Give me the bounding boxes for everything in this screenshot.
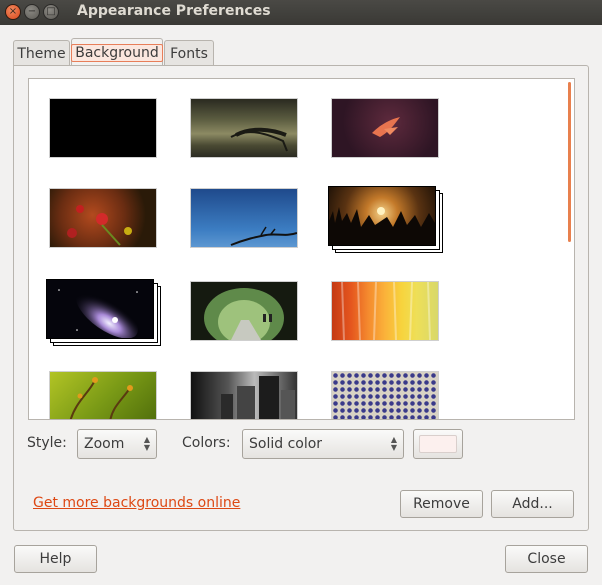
color-picker-button[interactable] — [413, 429, 463, 459]
help-button-label: Help — [39, 551, 72, 567]
tab-background-label: Background — [71, 43, 163, 62]
wallpaper-sunset-grass[interactable] — [328, 186, 436, 246]
wallpaper-dotted-mesh[interactable] — [331, 371, 439, 419]
wallpaper-black[interactable] — [49, 98, 157, 158]
spin-arrows-icon: ▲ ▼ — [390, 435, 397, 452]
tab-fonts-label: Fonts — [170, 45, 208, 62]
colors-select[interactable]: Solid color ▲ ▼ — [242, 429, 404, 459]
wallpaper-windswept-tree[interactable] — [190, 98, 298, 158]
maximize-icon[interactable]: □ — [43, 4, 59, 20]
wallpaper-purple-bird[interactable] — [331, 98, 439, 158]
tab-fonts[interactable]: Fonts — [164, 40, 214, 66]
style-select[interactable]: Zoom ▲ ▼ — [77, 429, 157, 459]
spin-arrows-icon: ▲ ▼ — [143, 435, 150, 452]
remove-button-label: Remove — [413, 496, 470, 512]
colors-label: Colors: — [182, 435, 231, 451]
wallpaper-skyscrapers[interactable] — [190, 371, 298, 419]
wallpaper-colored-fabric[interactable] — [331, 281, 439, 341]
add-button[interactable]: Add... — [491, 490, 574, 518]
remove-button[interactable]: Remove — [400, 490, 483, 518]
style-select-value: Zoom — [84, 436, 125, 452]
wallpaper-green-tendrils[interactable] — [49, 371, 157, 419]
close-button[interactable]: Close — [505, 545, 588, 573]
tab-background[interactable]: Background — [71, 38, 163, 66]
add-button-label: Add... — [512, 496, 553, 512]
more-backgrounds-link[interactable]: Get more backgrounds online — [33, 495, 240, 511]
wallpaper-blue-sky-branch[interactable] — [190, 188, 298, 248]
close-icon[interactable]: × — [5, 4, 21, 20]
window-title: Appearance Preferences — [77, 3, 271, 19]
minimize-icon[interactable]: − — [24, 4, 40, 20]
style-label: Style: — [27, 435, 67, 451]
title-bar: × − □ Appearance Preferences — [0, 0, 602, 25]
wallpaper-red-berries[interactable] — [49, 188, 157, 248]
color-swatch — [419, 435, 457, 453]
help-button[interactable]: Help — [14, 545, 97, 573]
wallpaper-comet[interactable] — [46, 279, 154, 339]
scrollbar-thumb[interactable] — [568, 82, 571, 242]
wallpaper-tunnel-path[interactable] — [190, 281, 298, 341]
wallpaper-gallery[interactable] — [28, 78, 575, 420]
colors-select-value: Solid color — [249, 436, 323, 452]
tab-theme-label: Theme — [17, 45, 66, 62]
close-button-label: Close — [527, 551, 566, 567]
tab-theme[interactable]: Theme — [13, 40, 70, 66]
